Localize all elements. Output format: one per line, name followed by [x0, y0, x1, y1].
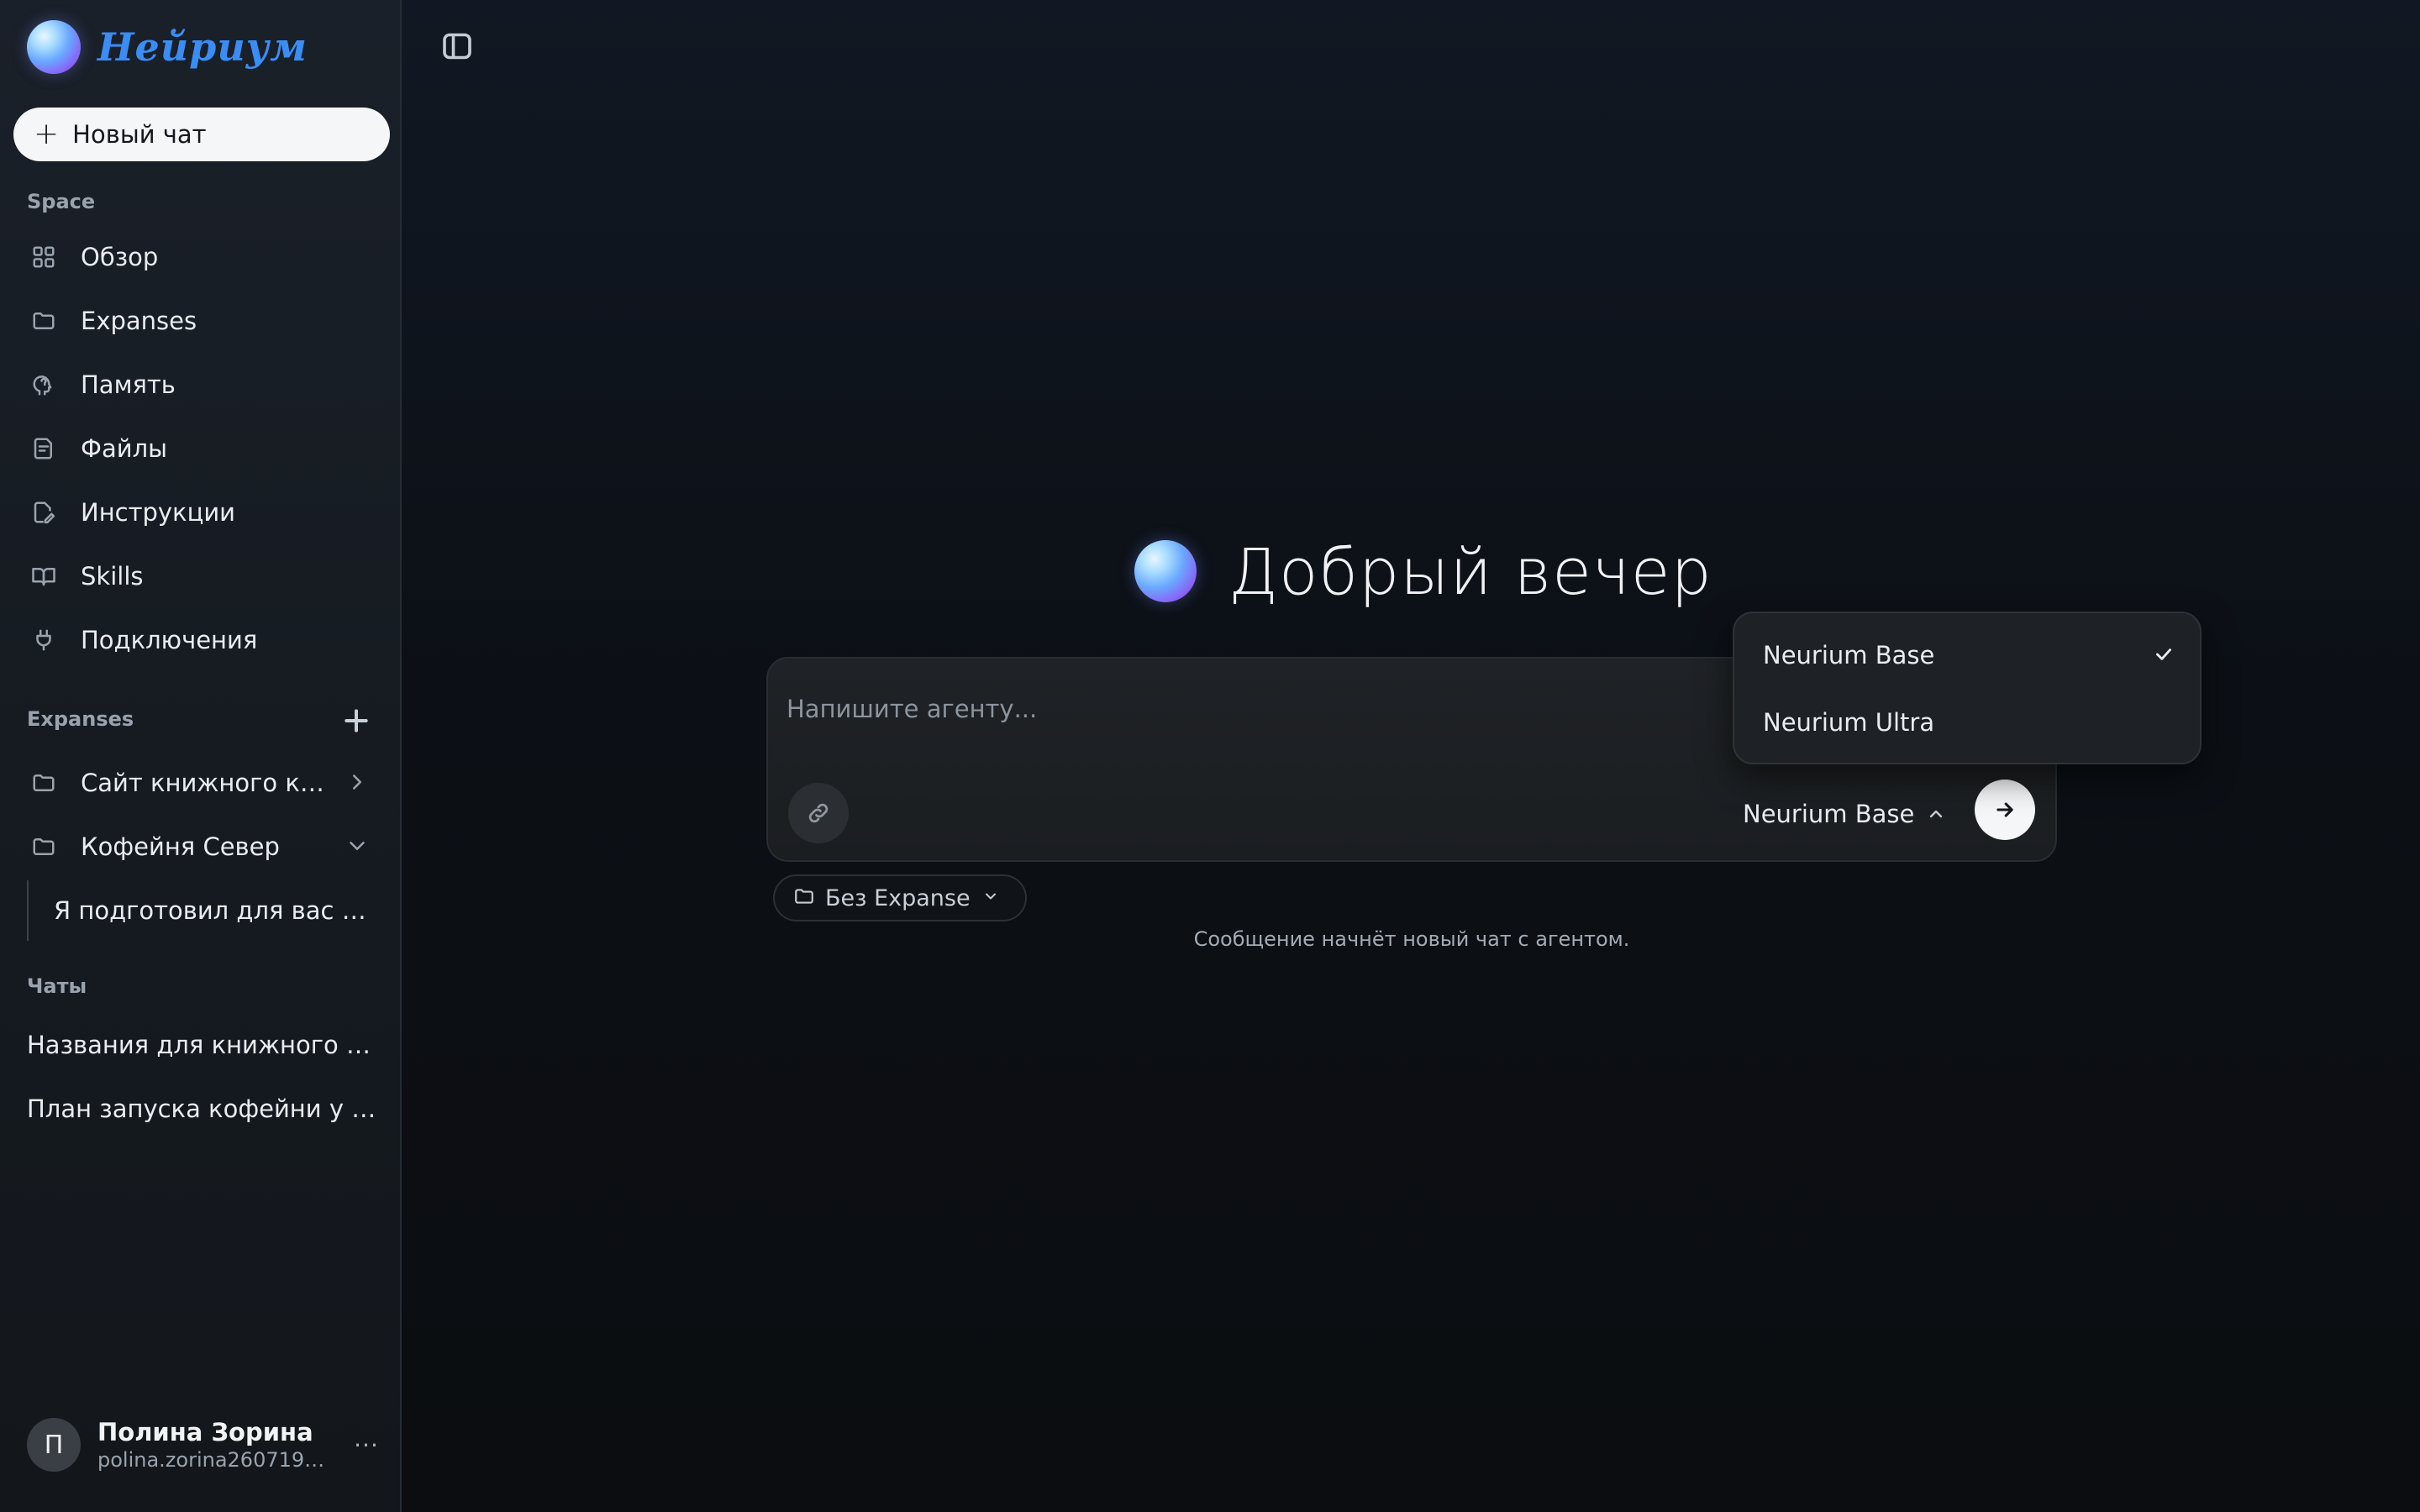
- expanse-item-book-club-site[interactable]: Сайт книжного клуба: [13, 756, 388, 810]
- plug-icon: [30, 627, 57, 654]
- sidebar-item-label: Файлы: [81, 434, 168, 463]
- expanse-chat-label: Я подготовил для вас подробный план: [54, 896, 373, 925]
- expanse-item-coffee-north[interactable]: Кофейня Север: [13, 820, 388, 874]
- sidebar-item-connections[interactable]: Подключения: [13, 613, 388, 667]
- user-profile[interactable]: П Полина Зорина polina.zorina260719@mail…: [27, 1418, 388, 1472]
- folder-icon: [793, 885, 815, 911]
- chat-item-label: Названия для книжного клуба: [27, 1031, 383, 1059]
- chat-item[interactable]: План запуска кофейни у парка: [13, 1082, 388, 1136]
- sidebar-item-label: Skills: [81, 562, 144, 591]
- agent-orb-icon: [1134, 540, 1197, 602]
- sidebar-item-files[interactable]: Файлы: [13, 422, 388, 475]
- expanse-selector-label: Без Expanse: [825, 885, 971, 911]
- sidebar-item-skills[interactable]: Skills: [13, 549, 388, 603]
- expanse-chat-item[interactable]: Я подготовил для вас подробный план: [27, 880, 388, 941]
- brand-name: Нейриум: [97, 24, 308, 70]
- model-option-label: Neurium Base: [1763, 641, 1935, 669]
- sidebar-item-label: Память: [81, 370, 176, 399]
- model-option-base[interactable]: Neurium Base: [1763, 630, 2183, 680]
- avatar: П: [27, 1418, 81, 1472]
- chevron-up-icon: [1930, 810, 1943, 818]
- greeting-text: Добрый вечер: [1228, 533, 1712, 609]
- sidebar-item-label: Инструкции: [81, 498, 236, 527]
- grid-icon: [30, 244, 57, 270]
- folder-icon: [30, 769, 57, 796]
- attach-button[interactable]: [788, 783, 849, 843]
- model-option-ultra[interactable]: Neurium Ultra: [1763, 697, 2183, 748]
- message-input[interactable]: [786, 675, 1711, 743]
- check-icon: [2153, 643, 2175, 665]
- selected-model-label: Neurium Base: [1743, 800, 1915, 828]
- sidebar-item-label: Обзор: [81, 243, 159, 271]
- book-icon: [30, 563, 57, 590]
- profile-email: polina.zorina260719@mail.ru: [97, 1448, 333, 1472]
- plus-icon: [345, 709, 368, 732]
- link-icon: [808, 803, 829, 823]
- sidebar-item-label: Expanses: [81, 307, 197, 335]
- sidebar-item-expanses[interactable]: Expanses: [13, 294, 388, 348]
- chat-item[interactable]: Названия для книжного клуба: [13, 1018, 388, 1072]
- sidebar-toggle-button[interactable]: [442, 32, 472, 60]
- chevron-down-icon[interactable]: [345, 833, 370, 858]
- profile-info: Полина Зорина polina.zorina260719@mail.r…: [97, 1418, 333, 1472]
- folder-icon: [30, 307, 57, 334]
- folder-icon: [30, 833, 57, 860]
- brand-logo[interactable]: Нейриум: [27, 20, 308, 74]
- plus-icon: +: [34, 117, 60, 151]
- expanse-item-label: Сайт книжного клуба: [81, 769, 333, 797]
- sidebar-item-instructions[interactable]: Инструкции: [13, 486, 388, 539]
- add-expanse-button[interactable]: [339, 704, 373, 738]
- more-options-icon[interactable]: ···: [351, 1431, 381, 1459]
- chevron-right-icon[interactable]: [345, 769, 370, 795]
- chat-item-label: План запуска кофейни у парка: [27, 1095, 383, 1123]
- sidebar-toggle-icon: [443, 33, 471, 60]
- expanse-item-label: Кофейня Север: [81, 832, 280, 861]
- sidebar: Нейриум + Новый чат Space Обзор Expanses…: [0, 0, 402, 1512]
- sidebar-item-memory[interactable]: Память: [13, 358, 388, 412]
- new-chat-button[interactable]: + Новый чат: [13, 108, 390, 161]
- arrow-right-icon: [1996, 802, 2013, 817]
- model-selector[interactable]: Neurium Base: [1743, 793, 1946, 835]
- sidebar-item-label: Подключения: [81, 626, 258, 654]
- model-option-label: Neurium Ultra: [1763, 708, 1935, 737]
- model-dropdown: Neurium Base Neurium Ultra: [1733, 612, 2202, 764]
- brand-orb-icon: [27, 20, 81, 74]
- chats-section-label: Чаты: [27, 974, 87, 998]
- file-icon: [30, 435, 57, 462]
- head-icon: [30, 371, 57, 398]
- edit-file-icon: [30, 499, 57, 526]
- send-button[interactable]: [1975, 780, 2035, 840]
- chevron-down-icon: [971, 888, 999, 908]
- new-chat-label: Новый чат: [72, 120, 207, 149]
- sidebar-item-overview[interactable]: Обзор: [13, 230, 388, 284]
- expanse-selector[interactable]: Без Expanse: [773, 874, 1027, 921]
- greeting: Добрый вечер: [1134, 531, 1712, 612]
- space-section-label: Space: [27, 190, 96, 213]
- expanses-section-label: Expanses: [27, 707, 134, 731]
- profile-name: Полина Зорина: [97, 1418, 313, 1446]
- new-chat-hint: Сообщение начнёт новый чат с агентом.: [1193, 927, 1630, 951]
